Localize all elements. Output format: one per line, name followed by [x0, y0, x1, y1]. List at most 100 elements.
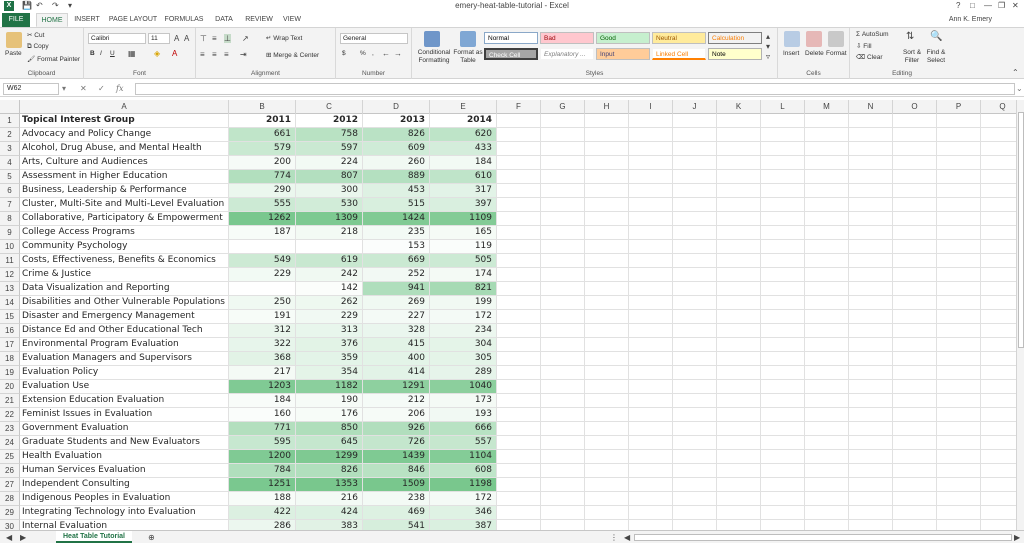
empty-cell[interactable] [497, 282, 541, 296]
cell-year-value[interactable]: 1424 [363, 212, 430, 226]
empty-cell[interactable] [981, 184, 1016, 198]
empty-cell[interactable] [497, 212, 541, 226]
empty-cell[interactable] [717, 282, 761, 296]
column-header-j[interactable]: J [673, 100, 717, 114]
cell-year-value[interactable]: 313 [296, 324, 363, 338]
cell-year-value[interactable]: 661 [229, 128, 296, 142]
empty-cell[interactable] [629, 436, 673, 450]
worksheet-grid[interactable]: 1 Topical Interest Group 2011 2012 2013 2014 2… [0, 114, 1016, 530]
cell-year-value[interactable]: 515 [363, 198, 430, 212]
empty-cell[interactable] [585, 324, 629, 338]
row-number[interactable]: 28 [0, 492, 20, 506]
cell-year-value[interactable]: 1262 [229, 212, 296, 226]
cell-year-value[interactable]: 172 [430, 492, 497, 506]
empty-cell[interactable] [805, 212, 849, 226]
empty-cell[interactable] [673, 464, 717, 478]
empty-cell[interactable] [717, 464, 761, 478]
cell-year-value[interactable]: 153 [363, 240, 430, 254]
cell-year-value[interactable]: 846 [363, 464, 430, 478]
clear-button[interactable]: ⌫ Clear [856, 53, 883, 61]
empty-cell[interactable] [937, 184, 981, 198]
cell-year-value[interactable]: 1203 [229, 380, 296, 394]
empty-cell[interactable] [937, 324, 981, 338]
row-number[interactable]: 5 [0, 170, 20, 184]
column-header-k[interactable]: K [717, 100, 761, 114]
cell-interest-group[interactable]: Environmental Program Evaluation [20, 338, 229, 352]
empty-cell[interactable] [541, 212, 585, 226]
empty-cell[interactable] [805, 506, 849, 520]
empty-cell[interactable] [673, 422, 717, 436]
column-header-i[interactable]: I [629, 100, 673, 114]
empty-cell[interactable] [981, 282, 1016, 296]
empty-cell[interactable] [761, 324, 805, 338]
empty-cell[interactable] [849, 198, 893, 212]
empty-cell[interactable] [805, 366, 849, 380]
empty-cell[interactable] [585, 436, 629, 450]
empty-cell[interactable] [849, 184, 893, 198]
empty-cell[interactable] [541, 422, 585, 436]
help-icon[interactable]: ? [956, 0, 960, 12]
cell-interest-group[interactable]: Disabilities and Other Vulnerable Popula… [20, 296, 229, 310]
empty-cell[interactable] [937, 114, 981, 128]
style-good[interactable]: Good [596, 32, 650, 44]
empty-cell[interactable] [585, 128, 629, 142]
empty-cell[interactable] [981, 170, 1016, 184]
empty-cell[interactable] [629, 380, 673, 394]
cell-year-value[interactable]: 300 [296, 184, 363, 198]
empty-cell[interactable] [893, 156, 937, 170]
empty-cell[interactable] [673, 212, 717, 226]
cell-year-value[interactable]: 119 [430, 240, 497, 254]
empty-cell[interactable] [893, 282, 937, 296]
cell-year-value[interactable]: 821 [430, 282, 497, 296]
empty-cell[interactable] [981, 114, 1016, 128]
empty-cell[interactable] [849, 324, 893, 338]
align-left-icon[interactable]: ≡ [200, 50, 205, 59]
empty-cell[interactable] [761, 170, 805, 184]
tab-formulas[interactable]: FORMULAS [164, 13, 204, 27]
empty-cell[interactable] [585, 450, 629, 464]
style-check-cell[interactable]: Check Cell [484, 48, 538, 60]
empty-cell[interactable] [805, 464, 849, 478]
empty-cell[interactable] [981, 492, 1016, 506]
empty-cell[interactable] [673, 492, 717, 506]
empty-cell[interactable] [673, 128, 717, 142]
cell-interest-group[interactable]: Community Psychology [20, 240, 229, 254]
vertical-scrollbar[interactable] [1016, 100, 1024, 530]
empty-cell[interactable] [805, 492, 849, 506]
cell-year-value[interactable]: 774 [229, 170, 296, 184]
empty-cell[interactable] [849, 436, 893, 450]
empty-cell[interactable] [805, 254, 849, 268]
cell-year-value[interactable]: 807 [296, 170, 363, 184]
empty-cell[interactable] [673, 156, 717, 170]
empty-cell[interactable] [629, 296, 673, 310]
row-number[interactable]: 26 [0, 464, 20, 478]
empty-cell[interactable] [805, 478, 849, 492]
row-number[interactable]: 22 [0, 408, 20, 422]
empty-cell[interactable] [849, 338, 893, 352]
empty-cell[interactable] [849, 170, 893, 184]
cell-year-value[interactable]: 555 [229, 198, 296, 212]
empty-cell[interactable] [981, 436, 1016, 450]
close-icon[interactable]: ✕ [1012, 0, 1019, 12]
empty-cell[interactable] [497, 310, 541, 324]
empty-cell[interactable] [497, 254, 541, 268]
cell-interest-group[interactable]: Indigenous Peoples in Evaluation [20, 492, 229, 506]
empty-cell[interactable] [497, 492, 541, 506]
empty-cell[interactable] [585, 198, 629, 212]
cut-button[interactable]: ✂ Cut [27, 31, 44, 39]
empty-cell[interactable] [541, 520, 585, 530]
cell-year-value[interactable]: 252 [363, 268, 430, 282]
empty-cell[interactable] [717, 296, 761, 310]
sort-filter-icon[interactable]: ⇅ [906, 32, 914, 42]
empty-cell[interactable] [717, 422, 761, 436]
empty-cell[interactable] [805, 422, 849, 436]
empty-cell[interactable] [717, 212, 761, 226]
empty-cell[interactable] [893, 380, 937, 394]
cell-year-value[interactable]: 346 [430, 506, 497, 520]
empty-cell[interactable] [497, 324, 541, 338]
cell-year-value[interactable]: 850 [296, 422, 363, 436]
expand-formula-bar-icon[interactable]: ⌄ [1016, 83, 1023, 94]
empty-cell[interactable] [805, 198, 849, 212]
empty-cell[interactable] [849, 394, 893, 408]
cell-year-value[interactable]: 666 [430, 422, 497, 436]
